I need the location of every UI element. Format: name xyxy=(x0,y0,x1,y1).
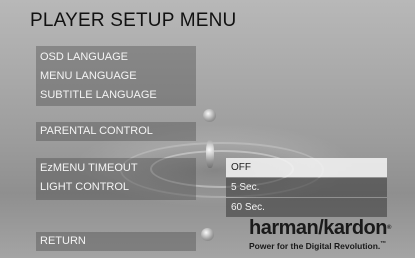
water-droplet-icon xyxy=(201,228,214,241)
option-off[interactable]: OFF xyxy=(226,158,387,177)
menu-item-menu-language[interactable]: MENU LANGUAGE xyxy=(40,70,137,82)
option-60-sec[interactable]: 60 Sec. xyxy=(226,198,387,217)
menu-group-return: RETURN xyxy=(36,232,196,251)
menu-item-light-control[interactable]: LIGHT CONTROL xyxy=(40,181,129,193)
menu-item-osd-language[interactable]: OSD LANGUAGE xyxy=(40,51,128,63)
menu-item-parental-control[interactable]: PARENTAL CONTROL xyxy=(40,125,153,137)
page-title: PLAYER SETUP MENU xyxy=(30,10,237,31)
water-droplet-icon xyxy=(206,140,214,168)
menu-item-return[interactable]: RETURN xyxy=(40,235,86,247)
menu-group-display: EzMENU TIMEOUT LIGHT CONTROL xyxy=(36,158,196,200)
water-droplet-icon xyxy=(203,109,216,122)
menu-group-languages: OSD LANGUAGE MENU LANGUAGE SUBTITLE LANG… xyxy=(36,46,196,106)
brand-name: harman/kardon® xyxy=(249,217,391,239)
timeout-options-list: OFF 5 Sec. 60 Sec. xyxy=(226,158,387,217)
option-5-sec[interactable]: 5 Sec. xyxy=(226,178,387,197)
menu-group-parental: PARENTAL CONTROL xyxy=(36,122,196,141)
menu-item-subtitle-language[interactable]: SUBTITLE LANGUAGE xyxy=(40,89,157,101)
menu-item-ezmenu-timeout[interactable]: EzMENU TIMEOUT xyxy=(40,162,138,174)
brand-tagline: Power for the Digital Revolution.™ xyxy=(249,241,387,251)
brand-logo: harman/kardon® Power for the Digital Rev… xyxy=(249,218,411,251)
